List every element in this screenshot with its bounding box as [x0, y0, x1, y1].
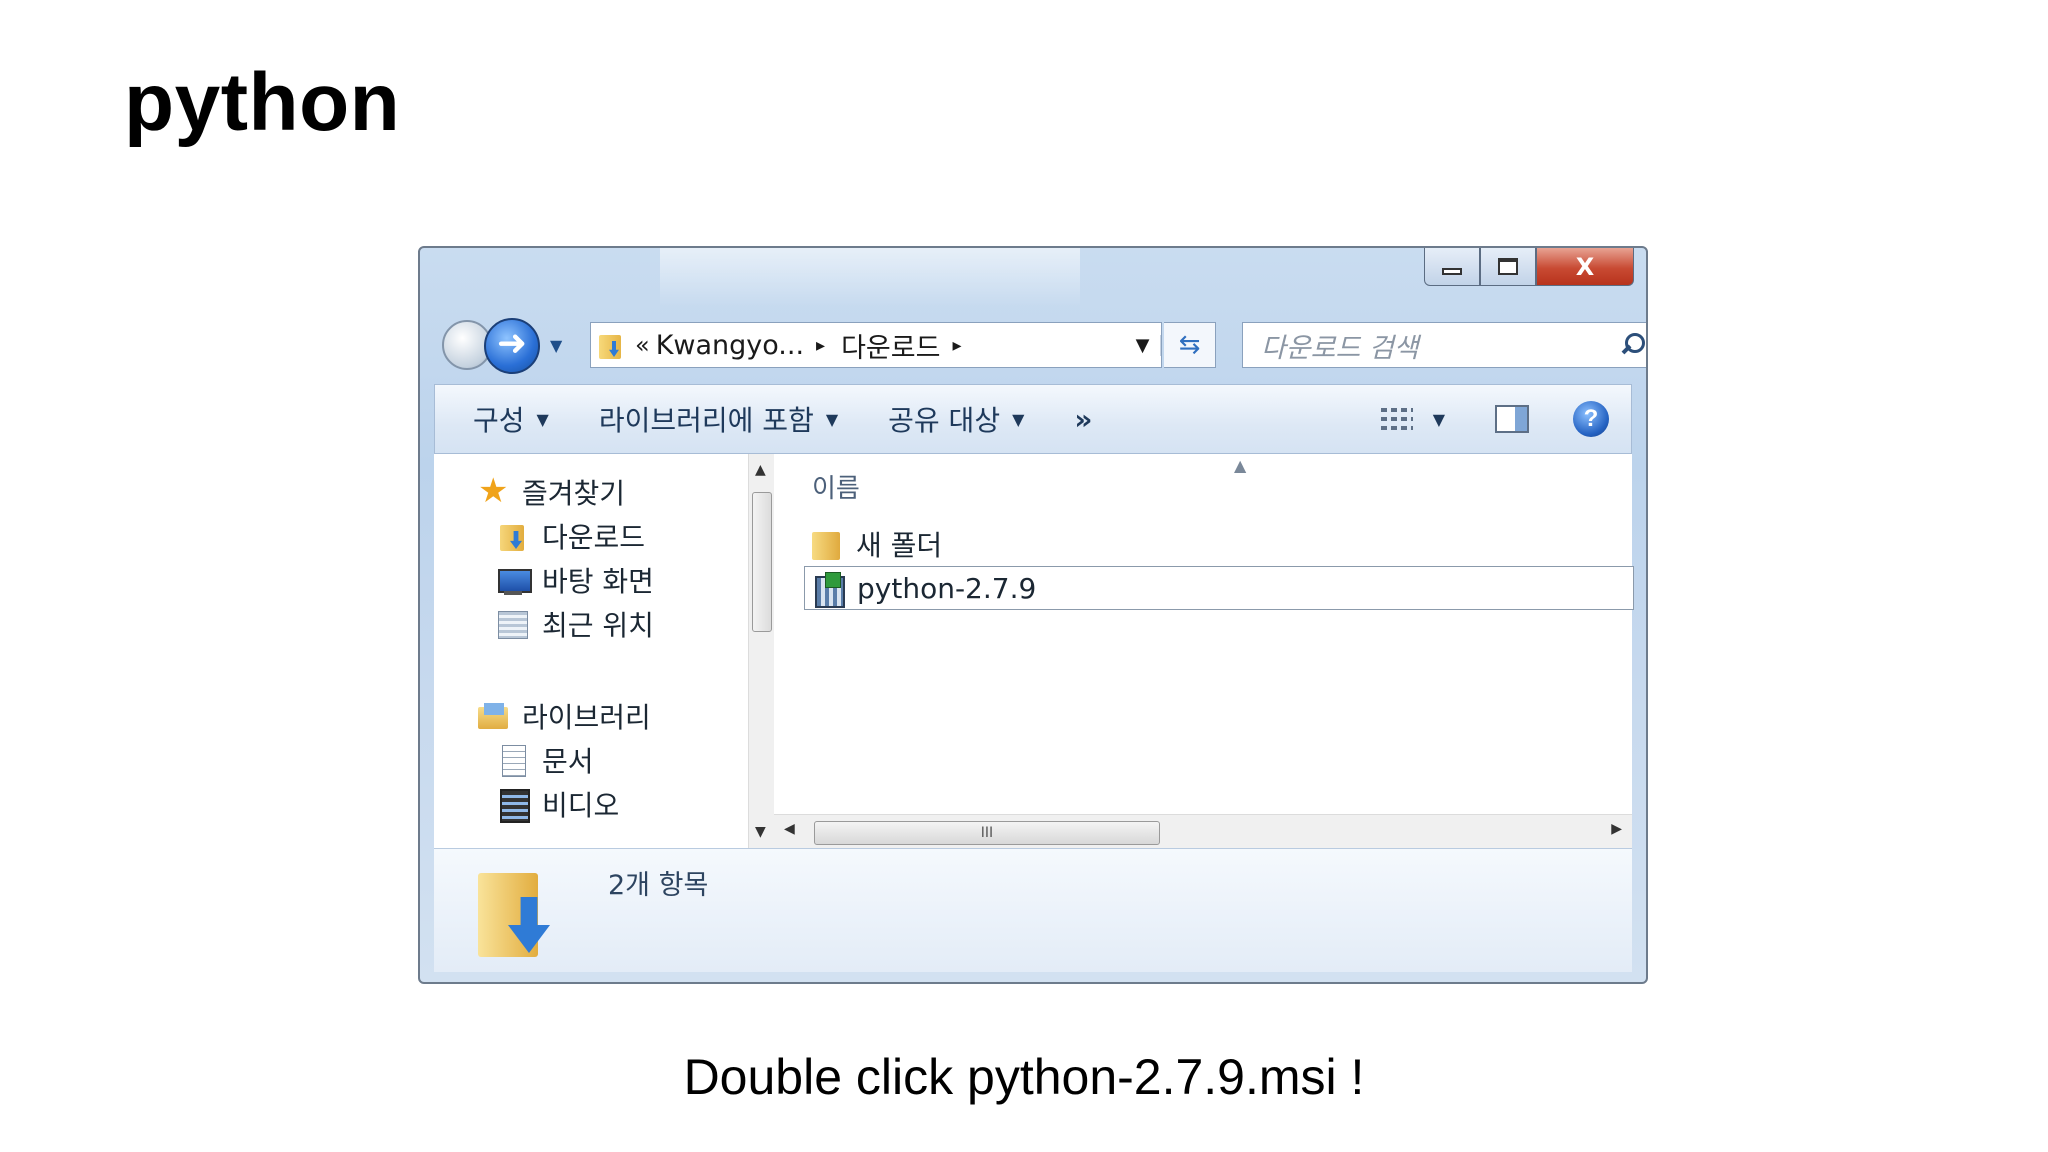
folder-icon: [812, 528, 842, 560]
maximize-button[interactable]: [1480, 248, 1536, 286]
nav-item-label: 바탕 화면: [542, 565, 654, 598]
item-count: 2개 항목: [608, 870, 709, 901]
libraries-icon: [478, 701, 508, 731]
downloads-folder-icon: [599, 331, 625, 359]
horizontal-scrollbar[interactable]: ◀ III ▶: [774, 814, 1632, 848]
preview-pane-icon[interactable]: [1495, 405, 1529, 433]
include-in-library-menu[interactable]: 라이브러리에 포함 ▼: [599, 399, 838, 439]
scroll-down-icon[interactable]: ▼: [755, 824, 766, 840]
address-dropdown[interactable]: ▼: [1125, 334, 1161, 356]
slide-title: python: [124, 57, 401, 148]
downloads-folder-icon: [498, 521, 528, 551]
nav-item-libraries[interactable]: 라이브러리: [478, 696, 651, 736]
view-options-dropdown[interactable]: ▼: [1433, 410, 1445, 429]
share-with-menu[interactable]: 공유 대상 ▼: [888, 399, 1024, 439]
scroll-right-icon[interactable]: ▶: [1611, 821, 1622, 837]
file-name: 새 폴더: [856, 529, 943, 562]
file-row-python-installer[interactable]: python-2.7.9: [804, 566, 1634, 610]
breadcrumb-separator[interactable]: ▸: [952, 335, 961, 356]
window-caption-buttons: X: [1424, 248, 1634, 286]
nav-item-label: 최근 위치: [542, 609, 654, 642]
scroll-left-icon[interactable]: ◀: [784, 821, 795, 837]
search-placeholder: 다운로드 검색: [1261, 332, 1419, 364]
breadcrumb-separator[interactable]: ▸: [816, 335, 825, 356]
refresh-icon: ⇆: [1178, 330, 1201, 360]
nav-item-label: 즐겨찾기: [522, 477, 626, 510]
column-header-name[interactable]: 이름: [812, 468, 860, 505]
navigation-row: ➜ ▼ « Kwangyo... ▸ 다운로드 ▸ ▼ ⇆ 다운로드 검색: [434, 318, 1646, 374]
file-name: python-2.7.9: [857, 571, 1037, 605]
star-icon: [478, 471, 508, 511]
nav-item-label: 다운로드: [542, 521, 646, 554]
file-row-new-folder[interactable]: 새 폴더: [804, 522, 1634, 566]
nav-item-desktop[interactable]: 바탕 화면: [498, 560, 654, 600]
chevron-down-icon: ▼: [825, 409, 839, 429]
minimize-icon: [1442, 268, 1462, 275]
installer-icon: [813, 572, 845, 608]
breadcrumb-user[interactable]: Kwangyo...: [656, 330, 804, 361]
nav-item-documents[interactable]: 문서: [498, 740, 594, 780]
video-icon: [498, 789, 530, 823]
search-icon[interactable]: [1621, 333, 1645, 357]
recent-pages-dropdown[interactable]: ▼: [550, 336, 562, 355]
nav-item-recent-places[interactable]: 최근 위치: [498, 604, 654, 644]
desktop-icon: [498, 565, 532, 595]
navigation-pane: 즐겨찾기 다운로드 바탕 화면 최근 위치 라이브러리 문서 비디오: [434, 454, 774, 848]
details-pane: 2개 항목: [434, 848, 1632, 972]
nav-item-favorites[interactable]: 즐겨찾기: [478, 471, 626, 512]
chevron-down-icon: ▼: [1012, 409, 1025, 429]
nav-item-label: 문서: [542, 745, 594, 778]
file-list-pane: ▲ 이름 새 폴더 python-2.7.9 ◀ III ▶: [774, 454, 1634, 848]
documents-icon: [498, 745, 528, 777]
downloads-folder-icon: [478, 865, 554, 959]
organize-label: 구성: [473, 404, 525, 437]
command-bar-right: ▼ ?: [1380, 401, 1631, 437]
explorer-window: X ➜ ▼ « Kwangyo... ▸ 다운로드 ▸ ▼ ⇆ 다운로드 검색 …: [418, 246, 1648, 984]
command-bar: 구성 ▼ 라이브러리에 포함 ▼ 공유 대상 ▼ » ▼ ?: [434, 384, 1632, 454]
nav-item-videos[interactable]: 비디오: [498, 784, 619, 824]
horizontal-scroll-thumb[interactable]: III: [814, 821, 1160, 845]
nav-pane-scroll-thumb[interactable]: [752, 492, 772, 632]
nav-item-label: 라이브러리: [522, 701, 651, 734]
include-in-library-label: 라이브러리에 포함: [598, 404, 814, 437]
address-overflow[interactable]: «: [635, 331, 650, 359]
minimize-button[interactable]: [1424, 248, 1480, 286]
refresh-button[interactable]: ⇆: [1164, 322, 1216, 368]
sort-indicator-icon: ▲: [1234, 456, 1247, 475]
breadcrumb-downloads[interactable]: 다운로드: [841, 326, 940, 365]
recent-places-icon: [498, 609, 528, 639]
close-button[interactable]: X: [1536, 248, 1634, 286]
slide-caption: Double click python-2.7.9.msi !: [683, 1049, 1365, 1105]
forward-button[interactable]: ➜: [484, 318, 540, 374]
help-icon[interactable]: ?: [1573, 401, 1609, 437]
organize-menu[interactable]: 구성 ▼: [473, 399, 549, 439]
scroll-up-icon[interactable]: ▲: [755, 462, 766, 478]
search-input[interactable]: 다운로드 검색: [1242, 322, 1646, 368]
more-commands-button[interactable]: »: [1074, 403, 1092, 436]
share-with-label: 공유 대상: [888, 404, 1001, 437]
nav-item-downloads[interactable]: 다운로드: [498, 516, 645, 556]
maximize-icon: [1498, 258, 1518, 275]
change-view-icon[interactable]: [1380, 406, 1413, 432]
nav-item-label: 비디오: [542, 789, 620, 822]
nav-pane-scrollbar[interactable]: ▲ ▼: [748, 454, 774, 848]
chevron-down-icon: ▼: [536, 409, 549, 429]
address-bar[interactable]: « Kwangyo... ▸ 다운로드 ▸ ▼: [590, 322, 1162, 368]
